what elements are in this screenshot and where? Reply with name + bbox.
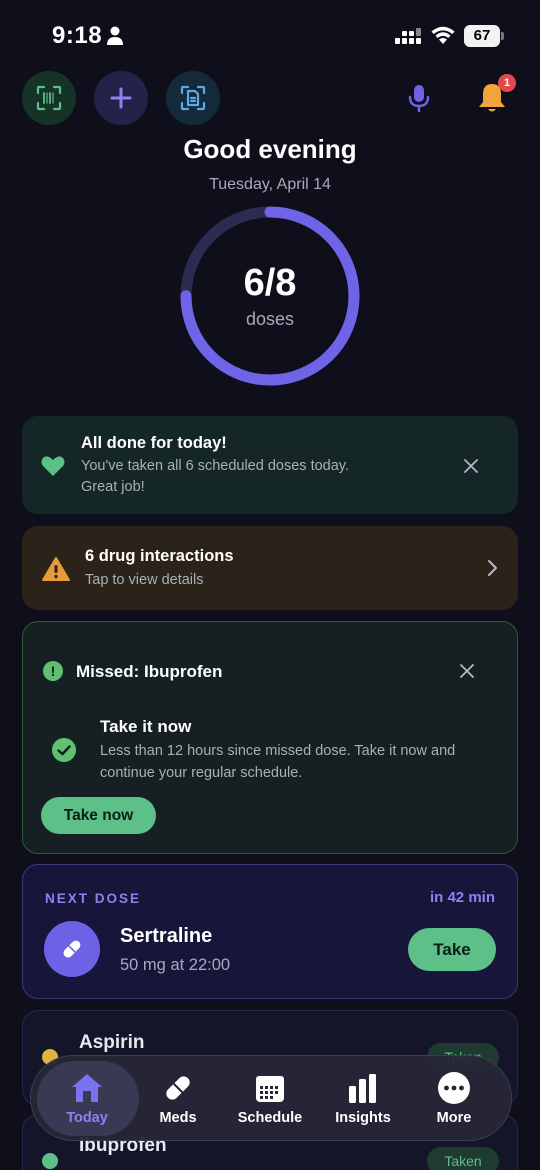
- alert-circle-icon: !: [43, 661, 63, 681]
- more-icon: [438, 1072, 470, 1104]
- current-date: Tuesday, April 14: [209, 176, 331, 193]
- all-done-title: All done for today!: [81, 434, 227, 452]
- greeting-title: Good evening: [183, 134, 357, 164]
- next-dose-details: 50 mg at 22:00: [120, 956, 231, 974]
- next-dose-label: NEXT DOSE: [45, 891, 142, 906]
- tab-insights[interactable]: Insights: [317, 1056, 409, 1142]
- document-scan-button[interactable]: [166, 71, 220, 125]
- list-item-name: Aspirin: [79, 1032, 145, 1053]
- plus-icon: [110, 87, 132, 109]
- bar-chart-icon: [349, 1074, 376, 1103]
- taken-badge: Taken: [427, 1147, 499, 1170]
- person-icon: [107, 26, 123, 45]
- add-medication-button[interactable]: [94, 71, 148, 125]
- signal-icon: [395, 28, 421, 44]
- voice-input-button[interactable]: [404, 80, 434, 116]
- tab-today[interactable]: Today: [41, 1056, 133, 1142]
- battery-indicator: 67: [464, 25, 504, 47]
- tab-label: Schedule: [237, 1110, 303, 1126]
- missed-advice-line2: continue your regular schedule.: [100, 765, 303, 781]
- interactions-title: 6 drug interactions: [85, 547, 234, 565]
- next-dose-med-name: Sertraline: [120, 925, 213, 947]
- status-time: 9:18: [52, 22, 103, 49]
- take-now-button[interactable]: Take now: [41, 797, 156, 834]
- tab-label: Today: [66, 1110, 108, 1126]
- all-done-card: All done for today! You've taken all 6 s…: [22, 416, 518, 514]
- dismiss-missed-button[interactable]: [455, 659, 479, 683]
- tab-label: Meds: [159, 1110, 197, 1126]
- document-scan-icon: [180, 85, 206, 111]
- tab-more[interactable]: More: [408, 1056, 500, 1142]
- interactions-subtitle: Tap to view details: [85, 572, 204, 588]
- all-done-line2: Great job!: [81, 479, 145, 495]
- dose-progress-value: 6/8: [243, 262, 297, 304]
- tab-schedule[interactable]: Schedule: [224, 1056, 316, 1142]
- pill-icon: [166, 1076, 190, 1100]
- pill-icon: [63, 940, 81, 958]
- notification-count-badge: 1: [498, 74, 516, 92]
- battery-tip: [501, 32, 504, 40]
- microphone-icon: [408, 85, 430, 113]
- close-icon: [460, 664, 474, 678]
- all-done-line1: You've taken all 6 scheduled doses today…: [81, 458, 349, 474]
- next-dose-eta: in 42 min: [429, 889, 495, 906]
- battery-level: 67: [464, 25, 500, 47]
- warning-icon: [42, 557, 70, 581]
- calendar-icon: [256, 1076, 284, 1102]
- tab-label: More: [436, 1110, 472, 1126]
- take-dose-button[interactable]: Take: [408, 928, 496, 971]
- status-bar: 9:18 67: [0, 0, 540, 72]
- heart-icon: [41, 456, 65, 476]
- barcode-scan-button[interactable]: [22, 71, 76, 125]
- missed-title: Missed: Ibuprofen: [76, 662, 223, 681]
- status-dot: [42, 1153, 58, 1169]
- missed-advice-line1: Less than 12 hours since missed dose. Ta…: [100, 743, 456, 759]
- home-icon: [72, 1074, 102, 1102]
- checkmark-circle-icon: [52, 738, 76, 762]
- dismiss-all-done-button[interactable]: [459, 454, 483, 478]
- tab-label: Insights: [335, 1110, 391, 1126]
- bottom-tab-bar: Today Meds Schedule Insights More: [30, 1055, 512, 1141]
- close-icon: [464, 459, 478, 473]
- wifi-icon: [431, 26, 455, 44]
- chevron-right-icon: [488, 560, 497, 576]
- drug-interactions-card[interactable]: 6 drug interactions Tap to view details: [22, 526, 518, 610]
- dose-progress-label: doses: [245, 309, 295, 329]
- barcode-scan-icon: [36, 85, 62, 111]
- missed-advice-title: Take it now: [100, 717, 192, 736]
- tab-meds[interactable]: Meds: [132, 1056, 224, 1142]
- medication-avatar: [44, 921, 100, 977]
